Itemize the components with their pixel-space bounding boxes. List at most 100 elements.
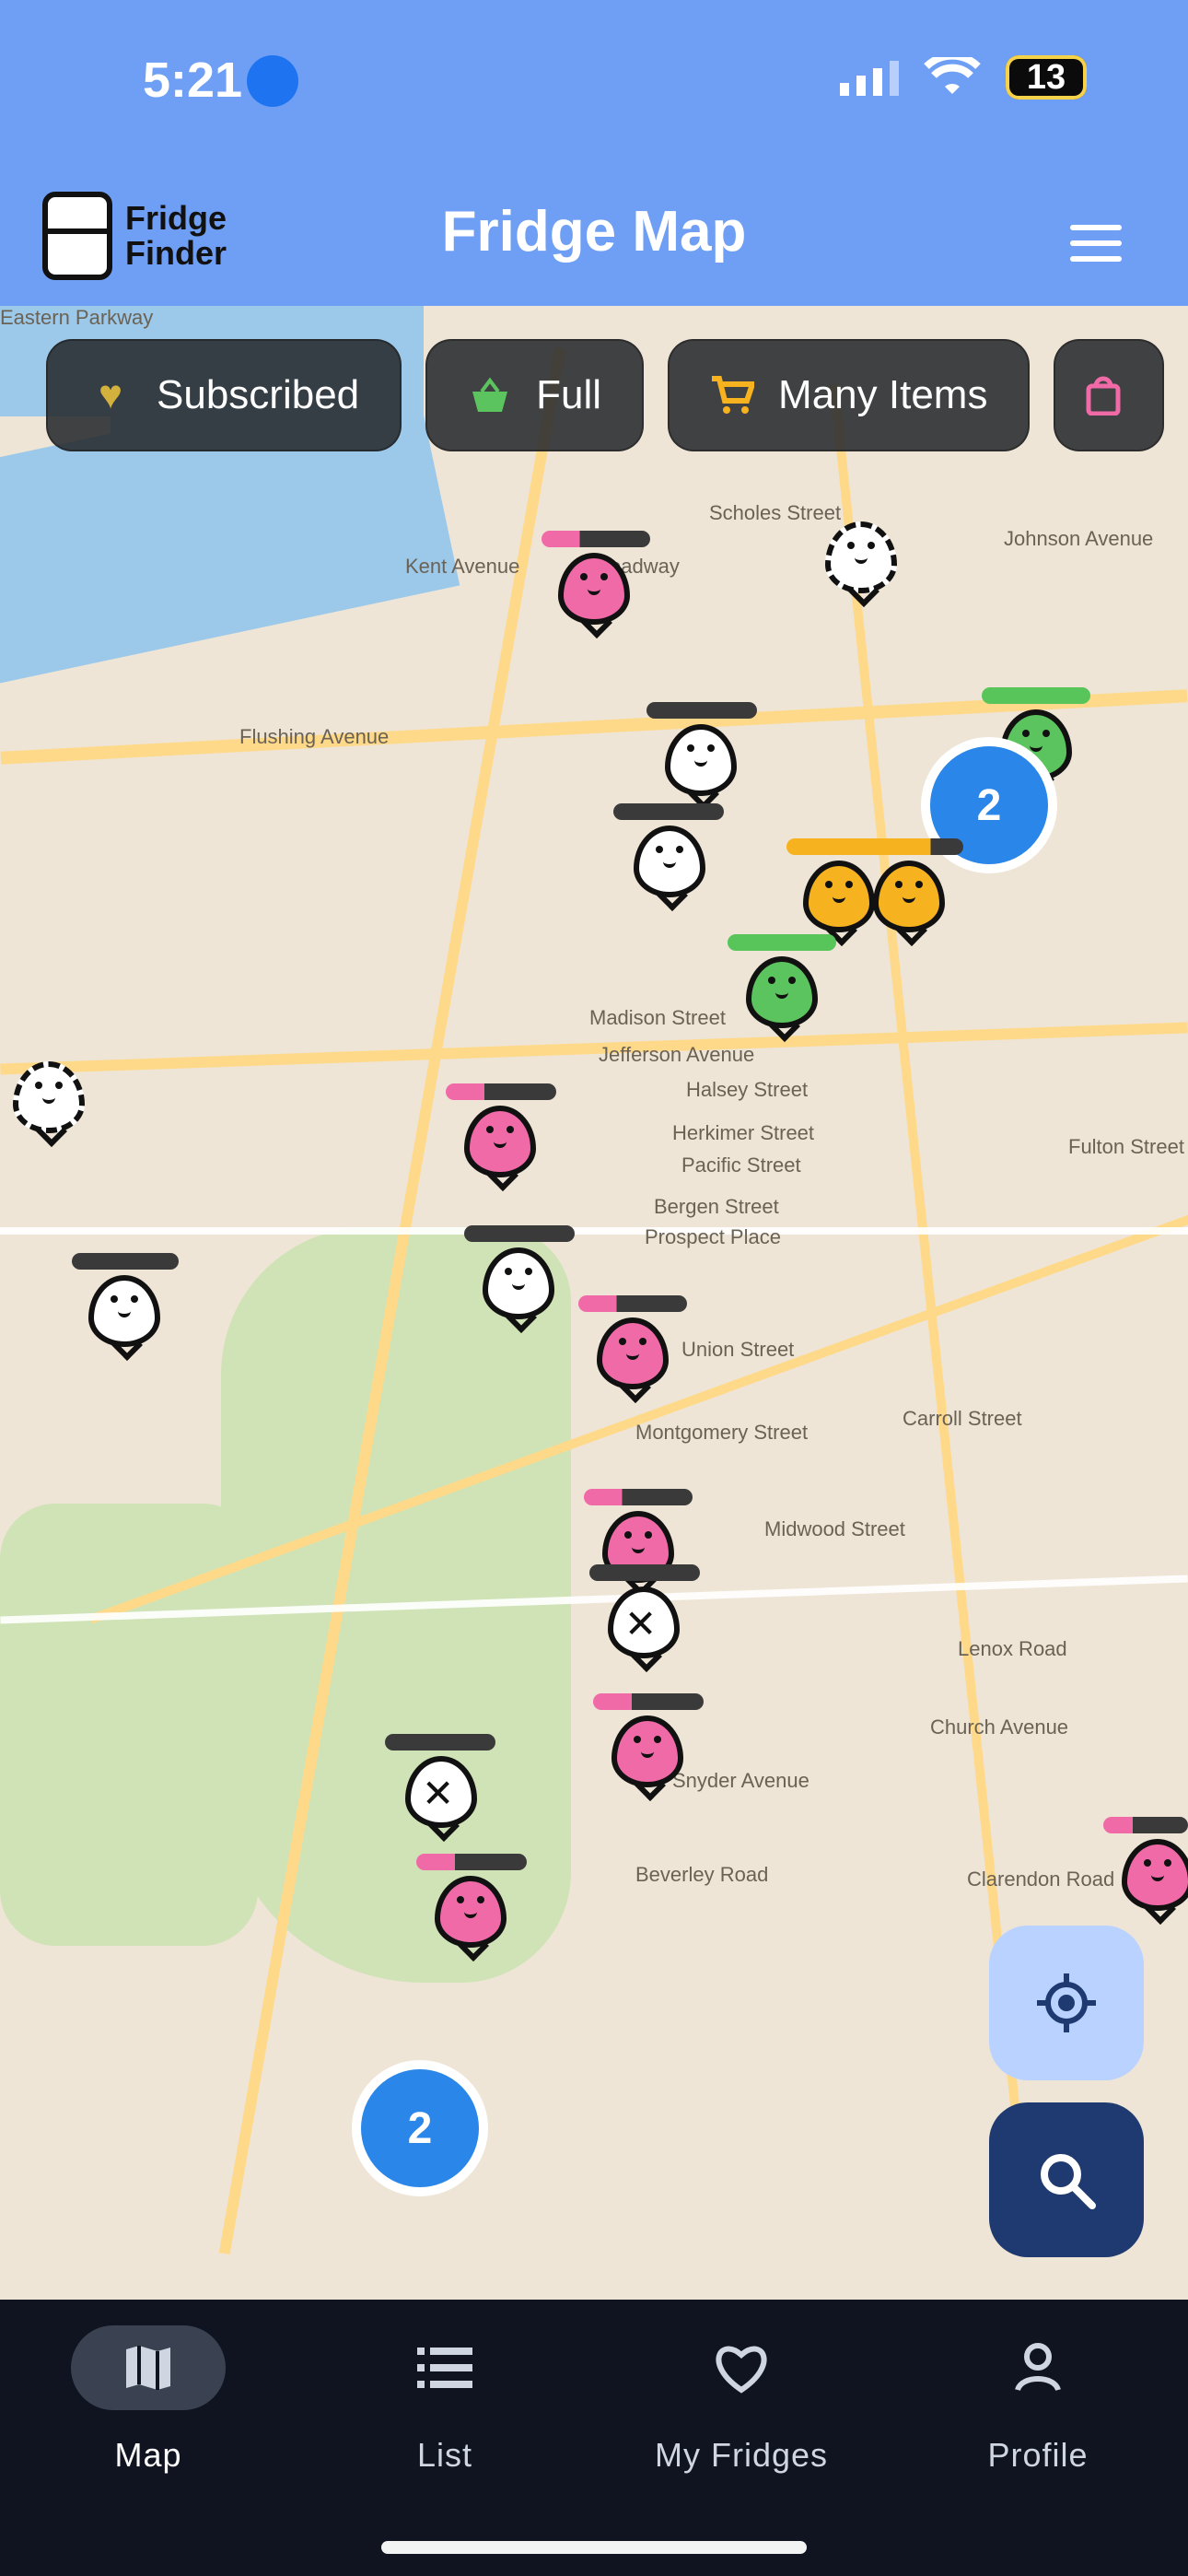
fridge-pin[interactable] (602, 1511, 674, 1597)
filter-subscribed[interactable]: ♥ Subscribed (46, 339, 402, 451)
top-bar: 5:21 13 Fridge Finder Fridge Map (0, 0, 1188, 306)
fridge-pin[interactable] (597, 1317, 669, 1403)
status-time: 5:21 (143, 53, 243, 108)
road (0, 1227, 1188, 1235)
nav-label: Profile (987, 2436, 1089, 2474)
map-label: Jefferson Avenue (599, 1043, 755, 1066)
fridge-pin[interactable] (558, 553, 630, 638)
cluster-marker[interactable]: 2 (352, 2060, 488, 2196)
map-label: Halsey Street (686, 1078, 809, 1101)
location-arrow-icon (247, 55, 298, 107)
map-label: Scholes Street (709, 501, 842, 524)
locate-me-button[interactable] (989, 1926, 1144, 2080)
map-label: Snyder Avenue (672, 1769, 809, 1792)
heart-outline-icon (664, 2325, 819, 2410)
search-icon (1041, 2154, 1096, 2209)
map-label: Johnson Avenue (1004, 527, 1154, 550)
map-icon (71, 2325, 226, 2410)
fridge-pin[interactable] (665, 724, 737, 810)
bottom-navigation: Map List My Fridges Profile (0, 2300, 1188, 2576)
wifi-icon (924, 57, 981, 94)
fridge-pin[interactable] (803, 861, 875, 946)
fridge-pin[interactable] (1122, 1839, 1188, 1925)
map-label: Flushing Avenue (239, 725, 390, 748)
battery-indicator: 13 (1006, 55, 1087, 100)
capacity-bar (982, 687, 1090, 704)
map-label: Church Avenue (930, 1715, 1069, 1739)
capacity-bar (464, 1225, 575, 1242)
highway (0, 1022, 1188, 1075)
map-label: Midwood Street (764, 1517, 905, 1540)
capacity-bar (1103, 1817, 1188, 1833)
map-label: Prospect Place (645, 1225, 781, 1248)
list-icon (367, 2325, 522, 2410)
nav-my-fridges[interactable]: My Fridges (593, 2325, 890, 2510)
map-label: Union Street (681, 1338, 795, 1361)
fridge-pin[interactable] (435, 1876, 507, 1961)
nav-label: Map (114, 2436, 182, 2474)
fridge-pin[interactable] (464, 1106, 536, 1191)
close-icon: ✕ (624, 1602, 658, 1645)
filter-many-items[interactable]: Many Items (668, 339, 1031, 451)
fridge-pin[interactable] (88, 1275, 160, 1361)
nav-map[interactable]: Map (0, 2325, 297, 2510)
person-icon (961, 2325, 1115, 2410)
map-label: Herkimer Street (672, 1121, 815, 1144)
fridge-pin[interactable] (483, 1247, 554, 1333)
capacity-bar (646, 702, 757, 719)
nav-label: List (416, 2436, 473, 2474)
capacity-bar (593, 1693, 704, 1710)
nav-profile[interactable]: Profile (890, 2325, 1186, 2510)
status-icons: 13 (840, 55, 1087, 100)
fridge-pin[interactable] (746, 956, 818, 1042)
map-label: Montgomery Street (635, 1421, 809, 1444)
map-label: Beverley Road (635, 1863, 769, 1886)
capacity-bar (72, 1253, 179, 1270)
highway (829, 383, 1022, 2126)
battery-level: 13 (1026, 57, 1066, 97)
filter-label: Many Items (778, 372, 988, 417)
search-button[interactable] (989, 2102, 1144, 2257)
filter-label: Full (536, 372, 602, 417)
capacity-bar (855, 838, 963, 855)
capacity-bar (728, 934, 836, 951)
map-label: Clarendon Road (967, 1868, 1115, 1891)
fridge-pin-closed[interactable]: ✕ (608, 1587, 680, 1672)
heart-icon: ♥ (98, 372, 123, 417)
map-label: Eastern Parkway (0, 306, 154, 329)
cart-icon (710, 373, 755, 417)
filter-chips: ♥ Subscribed Full Many Items (46, 339, 1165, 451)
capacity-bar (613, 803, 724, 820)
fridge-pin[interactable] (13, 1061, 85, 1147)
capacity-bar (578, 1295, 687, 1312)
capacity-bar (446, 1083, 556, 1100)
map-label: Fulton Street (1068, 1135, 1184, 1158)
shopping-bag-icon (1081, 373, 1125, 417)
map-label: Lenox Road (958, 1637, 1067, 1660)
nav-list[interactable]: List (297, 2325, 593, 2510)
crosshair-icon (1037, 1973, 1096, 2032)
fridge-pin-closed[interactable]: ✕ (405, 1756, 477, 1842)
home-indicator (381, 2541, 807, 2554)
fridge-pin[interactable] (825, 521, 897, 607)
fridge-pin[interactable] (634, 825, 705, 911)
capacity-bar (542, 531, 650, 547)
page-title: Fridge Map (441, 200, 747, 263)
fridge-pin[interactable] (873, 861, 945, 946)
map-label: Carroll Street (903, 1407, 1022, 1430)
status-bar: 5:21 13 (0, 0, 1188, 157)
filter-label: Subscribed (157, 372, 360, 417)
filter-full[interactable]: Full (425, 339, 645, 451)
capacity-bar (589, 1564, 700, 1581)
map-label: Pacific Street (681, 1153, 801, 1177)
capacity-bar (385, 1734, 495, 1751)
hamburger-menu-icon[interactable] (1070, 225, 1122, 262)
fridge-pin[interactable] (611, 1715, 683, 1801)
basket-icon (468, 373, 512, 417)
close-icon: ✕ (422, 1772, 455, 1815)
capacity-bar (584, 1489, 693, 1505)
map-label: Madison Street (589, 1006, 726, 1029)
filter-more[interactable] (1054, 339, 1165, 451)
signal-icon (840, 61, 899, 96)
map-label: Bergen Street (654, 1195, 779, 1218)
